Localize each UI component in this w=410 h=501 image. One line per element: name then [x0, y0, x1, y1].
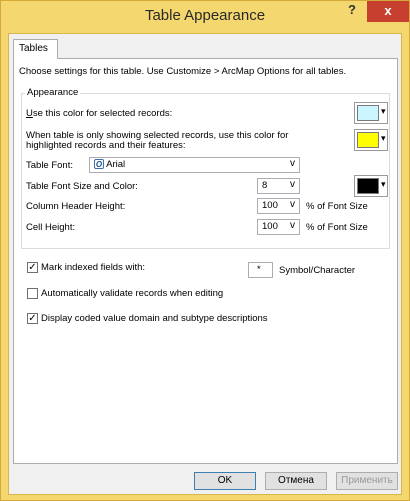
highlight-label-line2: highlighted records and their features: — [26, 140, 186, 151]
chevron-down-icon: v — [290, 158, 295, 169]
apply-button[interactable]: Применить — [336, 472, 398, 490]
table-font-dropdown[interactable]: O Arial v — [89, 157, 300, 173]
column-header-value: 100 — [262, 200, 278, 211]
auto-validate-checkbox[interactable] — [27, 288, 38, 299]
font-size-label: Table Font Size and Color: — [26, 181, 138, 192]
chevron-down-icon: ▾ — [381, 179, 386, 189]
cell-height-value: 100 — [262, 221, 278, 232]
cancel-button[interactable]: Отмена — [265, 472, 327, 490]
checkmark-icon: ✓ — [28, 262, 37, 273]
font-color-swatch — [357, 178, 379, 194]
title-bar[interactable]: Table Appearance ? x — [1, 1, 409, 33]
tab-tables[interactable]: Tables — [13, 39, 58, 59]
mark-indexed-checkbox[interactable]: ✓ — [27, 262, 38, 273]
chevron-down-icon: v — [290, 179, 295, 190]
appearance-group-label: Appearance — [25, 87, 81, 98]
coded-domain-checkbox[interactable]: ✓ — [27, 313, 38, 324]
font-size-value: 8 — [262, 180, 268, 191]
highlight-color-picker[interactable]: ▾ — [354, 129, 388, 151]
font-value-text: Arial — [106, 159, 126, 170]
font-value: O Arial — [94, 159, 125, 170]
column-header-dropdown[interactable]: 100 v — [257, 198, 300, 214]
cell-height-dropdown[interactable]: 100 v — [257, 219, 300, 235]
selected-color-label-text: se this color for selected records: — [32, 108, 173, 119]
chevron-down-icon: ▾ — [381, 133, 386, 143]
mark-indexed-label: Mark indexed fields with: — [41, 262, 146, 273]
appearance-group: Appearance Use this color for selected r… — [21, 87, 390, 249]
close-button[interactable]: x — [367, 1, 409, 22]
column-header-label: Column Header Height: — [26, 201, 126, 212]
font-color-picker[interactable]: ▾ — [354, 175, 388, 197]
selected-color-label: Use this color for selected records: — [26, 108, 173, 119]
tables-panel: Choose settings for this table. Use Cust… — [13, 58, 398, 464]
intro-text: Choose settings for this table. Use Cust… — [19, 66, 347, 77]
auto-validate-label: Automatically validate records when edit… — [41, 288, 224, 299]
mark-symbol-value: * — [257, 264, 261, 275]
column-header-unit: % of Font Size — [306, 201, 368, 212]
selected-color-swatch — [357, 105, 379, 121]
chevron-down-icon: ▾ — [381, 106, 386, 116]
ok-button[interactable]: OK — [194, 472, 256, 490]
mark-symbol-label: Symbol/Character — [279, 265, 356, 276]
coded-domain-label: Display coded value domain and subtype d… — [41, 313, 268, 324]
dialog-window: Table Appearance ? x Tables Choose setti… — [0, 0, 410, 501]
highlight-color-swatch — [357, 132, 379, 148]
chevron-down-icon: v — [290, 199, 295, 210]
table-font-label: Table Font: — [26, 160, 73, 171]
cell-height-label: Cell Height: — [26, 222, 76, 233]
opentype-font-icon: O — [94, 159, 104, 169]
chevron-down-icon: v — [290, 220, 295, 231]
checkmark-icon: ✓ — [28, 313, 37, 324]
dialog-client-area: Tables Choose settings for this table. U… — [8, 33, 402, 495]
font-size-dropdown[interactable]: 8 v — [257, 178, 300, 194]
mark-symbol-input[interactable]: * — [248, 262, 273, 278]
selected-color-picker[interactable]: ▾ — [354, 102, 388, 124]
cell-height-unit: % of Font Size — [306, 222, 368, 233]
help-button[interactable]: ? — [339, 1, 365, 21]
